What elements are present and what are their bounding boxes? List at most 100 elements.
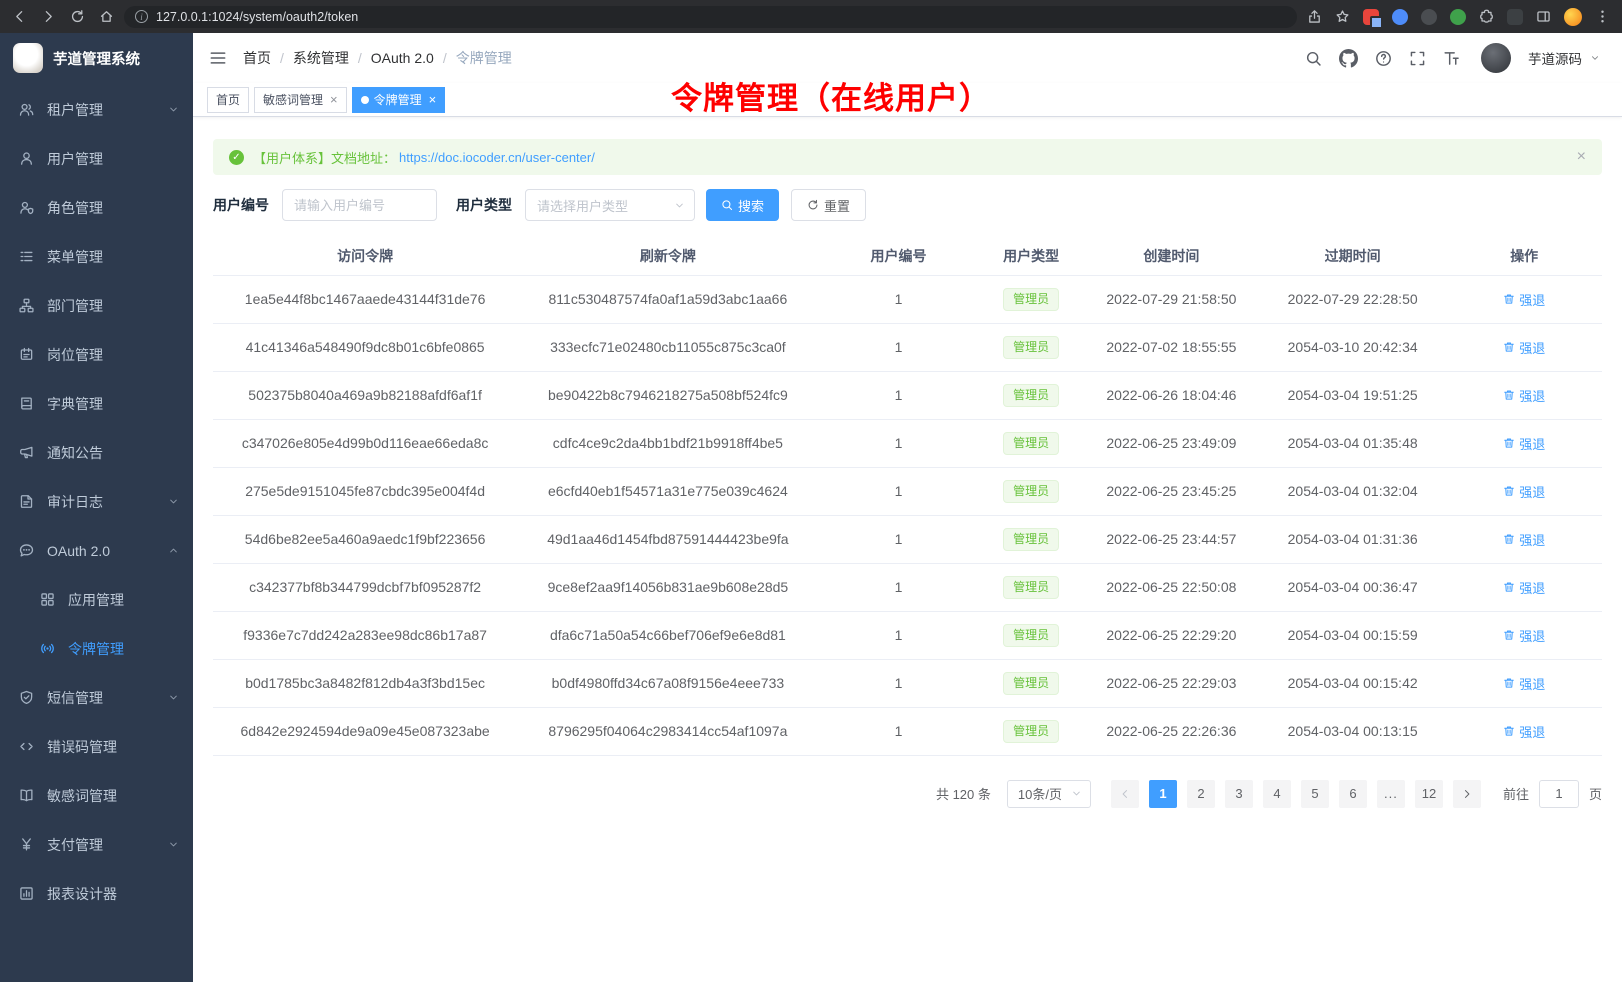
app-title: 芋道管理系统 (53, 48, 140, 69)
breadcrumb-item[interactable]: OAuth 2.0 (371, 50, 434, 66)
breadcrumb-item: 令牌管理 (456, 48, 512, 68)
alert-close-icon[interactable]: × (1577, 149, 1586, 165)
delete-icon (1503, 437, 1515, 449)
force-logout-button[interactable]: 强退 (1503, 386, 1545, 405)
sidebar-item-label: 令牌管理 (68, 639, 124, 659)
next-page-button[interactable] (1453, 780, 1481, 808)
force-logout-button[interactable]: 强退 (1503, 482, 1545, 501)
sidebar-item-audit-log[interactable]: 审计日志 (0, 477, 193, 526)
sidebar-item-dept[interactable]: 部门管理 (0, 281, 193, 330)
extension-icon-green[interactable] (1450, 9, 1466, 25)
sidebar-item-role[interactable]: 角色管理 (0, 183, 193, 232)
pay-icon (19, 837, 35, 852)
user-type-cell: 管理员 (978, 659, 1084, 707)
search-icon[interactable] (1305, 50, 1322, 67)
sidebar-item-oauth2-token[interactable]: 令牌管理 (0, 624, 193, 673)
extension-icon-dark[interactable] (1421, 9, 1437, 25)
fullscreen-icon[interactable] (1409, 50, 1426, 67)
user-name[interactable]: 芋道源码 (1528, 48, 1582, 68)
sidebar-item-notice[interactable]: 通知公告 (0, 428, 193, 477)
breadcrumb-item[interactable]: 首页 (243, 48, 271, 68)
page-button-1[interactable]: 1 (1149, 780, 1177, 808)
page-button-6[interactable]: 6 (1339, 780, 1367, 808)
user-avatar[interactable] (1481, 43, 1511, 73)
github-icon[interactable] (1339, 49, 1358, 68)
browser-profile-avatar[interactable] (1564, 8, 1582, 26)
page-button-5[interactable]: 5 (1301, 780, 1329, 808)
action-cell: 强退 (1446, 467, 1602, 515)
sidebar-item-sensitive-word[interactable]: 敏感词管理 (0, 771, 193, 820)
bookmark-star-icon[interactable] (1335, 9, 1350, 24)
force-logout-button[interactable]: 强退 (1503, 434, 1545, 453)
sensitive-icon (19, 788, 35, 803)
goto-page-input[interactable] (1539, 780, 1579, 808)
user-id-input[interactable] (282, 189, 437, 221)
sidebar-item-label: 菜单管理 (47, 247, 103, 267)
browser-reload-icon[interactable] (70, 9, 85, 24)
page-button-3[interactable]: 3 (1225, 780, 1253, 808)
sidebar-item-oauth2[interactable]: OAuth 2.0 (0, 526, 193, 575)
force-logout-label: 强退 (1519, 722, 1545, 741)
force-logout-button[interactable]: 强退 (1503, 578, 1545, 597)
force-logout-button[interactable]: 强退 (1503, 290, 1545, 309)
extensions-puzzle-icon[interactable] (1479, 9, 1494, 24)
sidebar-item-dict[interactable]: 字典管理 (0, 379, 193, 428)
browser-back-icon[interactable] (12, 9, 27, 24)
tab-token[interactable]: 令牌管理× (352, 87, 446, 113)
force-logout-label: 强退 (1519, 482, 1545, 501)
extension-icon-blue[interactable] (1392, 9, 1408, 25)
prev-page-button[interactable] (1111, 780, 1139, 808)
page-size-select[interactable]: 10条/页 (1007, 780, 1091, 808)
force-logout-button[interactable]: 强退 (1503, 626, 1545, 645)
sidebar-item-post[interactable]: 岗位管理 (0, 330, 193, 379)
more-pages-button[interactable]: ... (1377, 780, 1405, 808)
site-info-icon[interactable]: i (135, 10, 148, 23)
browser-menu-icon[interactable] (1595, 9, 1610, 24)
font-size-icon[interactable] (1443, 50, 1460, 67)
doc-link[interactable]: https://doc.iocoder.cn/user-center/ (399, 150, 595, 165)
sidebar-item-sms[interactable]: 短信管理 (0, 673, 193, 722)
tab-close-icon[interactable]: × (429, 92, 437, 107)
user-type-select[interactable]: 请选择用户类型 (525, 189, 695, 221)
tab-home[interactable]: 首页 (207, 87, 249, 113)
tab-label: 敏感词管理 (263, 91, 323, 108)
split-view-icon[interactable] (1536, 9, 1551, 24)
sidebar-item-report-designer[interactable]: 报表设计器 (0, 869, 193, 918)
sidebar-item-error-code[interactable]: 错误码管理 (0, 722, 193, 771)
help-icon[interactable] (1375, 50, 1392, 67)
force-logout-button[interactable]: 强退 (1503, 674, 1545, 693)
extension-icon-red[interactable] (1363, 9, 1379, 25)
sidebar-item-menu[interactable]: 菜单管理 (0, 232, 193, 281)
sidebar-item-user[interactable]: 用户管理 (0, 134, 193, 183)
page-buttons: 123456...12 (1149, 780, 1443, 808)
browser-address-bar[interactable]: i 127.0.0.1:1024/system/oauth2/token (124, 6, 1297, 28)
tab-sensitive-word[interactable]: 敏感词管理 × (254, 87, 347, 113)
page-button-2[interactable]: 2 (1187, 780, 1215, 808)
access-token-cell: 6d842e2924594de9a09e45e087323abe (213, 707, 517, 755)
page-button-12[interactable]: 12 (1415, 780, 1443, 808)
delete-icon (1503, 293, 1515, 305)
user-id-cell: 1 (819, 611, 979, 659)
share-icon[interactable] (1307, 9, 1322, 24)
sidebar-menu: 租户管理用户管理角色管理菜单管理部门管理岗位管理字典管理通知公告审计日志OAut… (0, 83, 193, 982)
user-id-cell: 1 (819, 371, 979, 419)
sidebar-item-oauth2-application[interactable]: 应用管理 (0, 575, 193, 624)
extension-icon-dark-2[interactable] (1507, 9, 1523, 25)
page-button-4[interactable]: 4 (1263, 780, 1291, 808)
force-logout-button[interactable]: 强退 (1503, 722, 1545, 741)
search-button[interactable]: 搜索 (706, 189, 779, 221)
browser-forward-icon[interactable] (41, 9, 56, 24)
browser-home-icon[interactable] (99, 9, 114, 24)
sidebar-item-tenant[interactable]: 租户管理 (0, 85, 193, 134)
sidebar-item-label: 敏感词管理 (47, 786, 117, 806)
force-logout-button[interactable]: 强退 (1503, 338, 1545, 357)
user-type-cell: 管理员 (978, 707, 1084, 755)
reset-button[interactable]: 重置 (791, 189, 866, 221)
breadcrumb-item[interactable]: 系统管理 (293, 48, 349, 68)
tab-close-icon[interactable]: × (330, 92, 338, 107)
force-logout-button[interactable]: 强退 (1503, 530, 1545, 549)
sidebar-collapse-icon[interactable] (209, 49, 227, 67)
sidebar-item-label: 角色管理 (47, 198, 103, 218)
sidebar-item-pay[interactable]: 支付管理 (0, 820, 193, 869)
browser-chrome: i 127.0.0.1:1024/system/oauth2/token (0, 0, 1622, 33)
